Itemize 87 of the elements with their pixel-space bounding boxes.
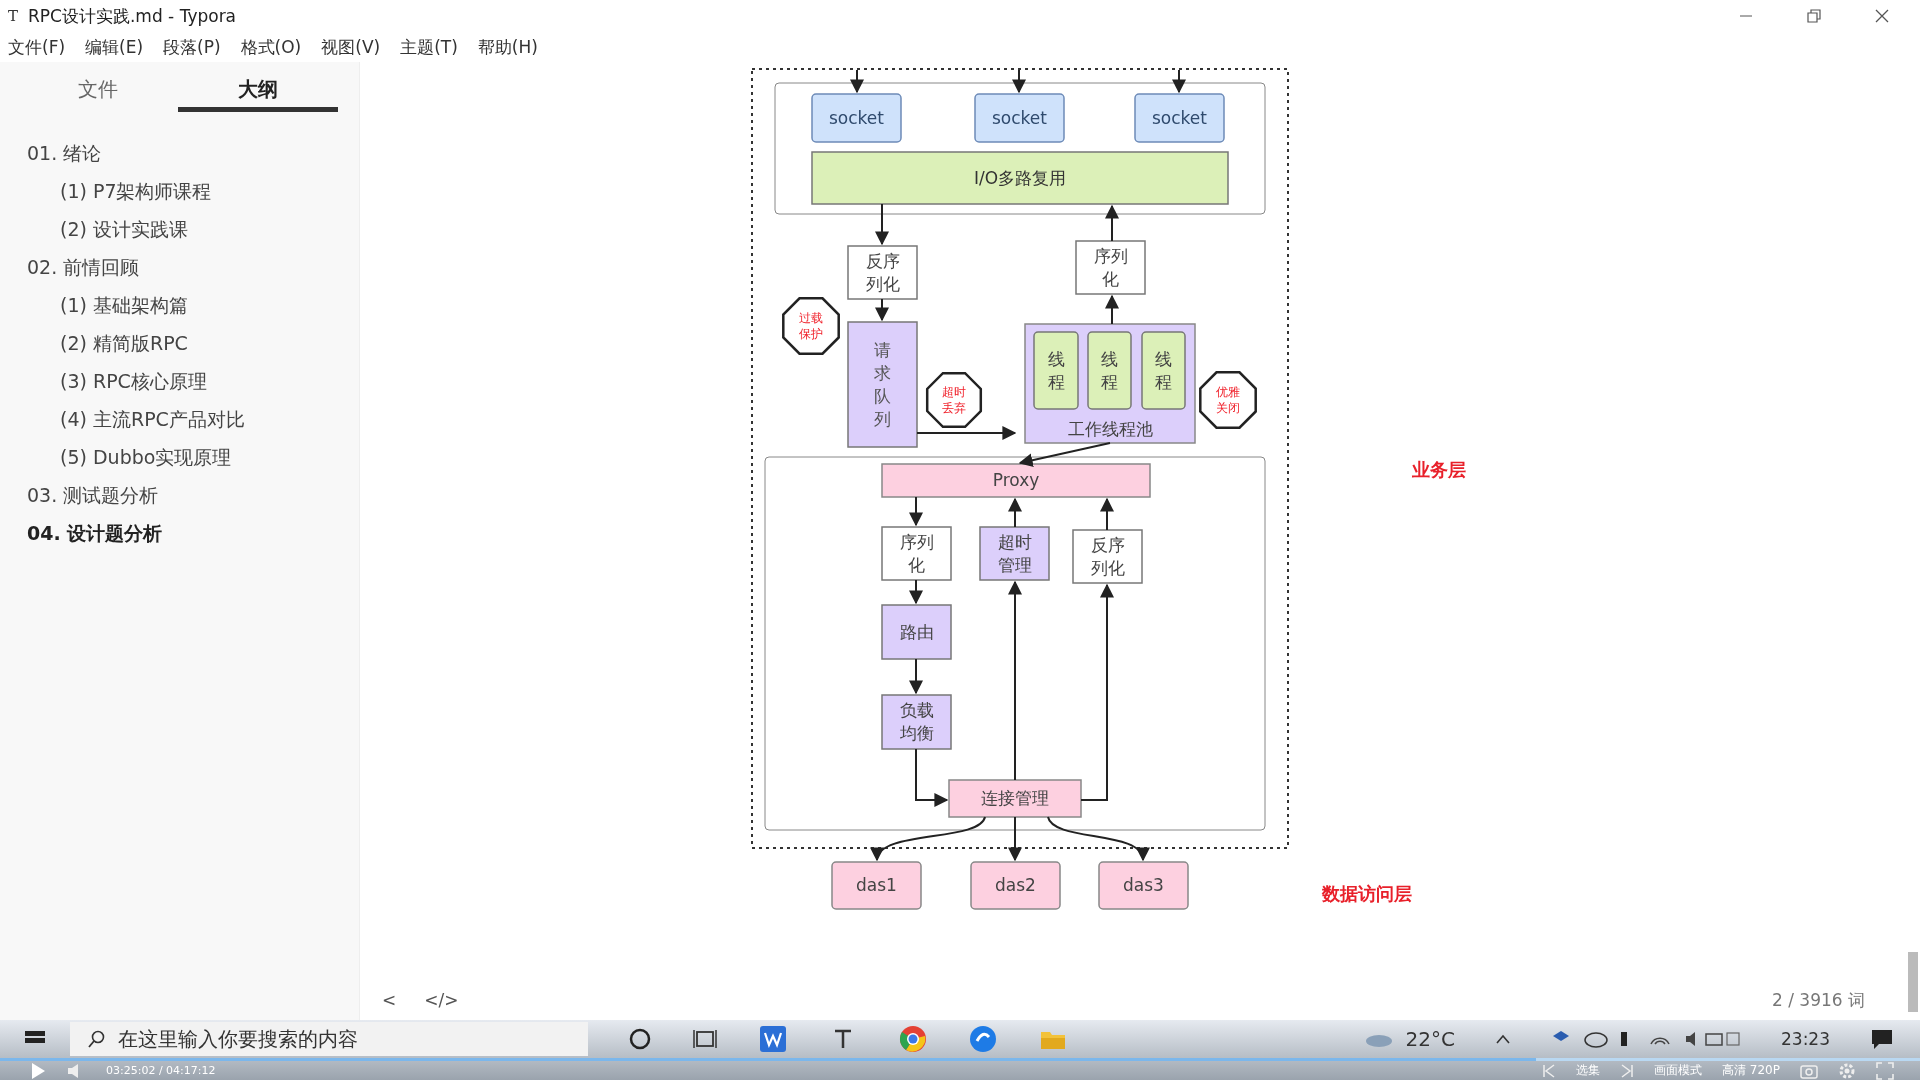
menu-item[interactable]: 格式(O) <box>240 35 302 59</box>
process-node: 序列化 <box>881 526 952 581</box>
thread-node: 线程 <box>1033 331 1079 410</box>
menu-item[interactable]: 编辑(E) <box>85 35 144 59</box>
video-progress-track[interactable] <box>0 1058 1920 1061</box>
sidebar-tab[interactable]: 大纲 <box>178 72 338 112</box>
outline-item[interactable]: 02. 前情回顾 <box>0 248 359 286</box>
process-node: 反序列化 <box>847 245 918 300</box>
search-field[interactable]: 在这里输入你要搜索的内容 <box>70 1022 588 1056</box>
thread-node: 线程 <box>1087 331 1132 410</box>
arrow <box>1008 816 1022 862</box>
outline-item[interactable]: (5) Dubbo实现原理 <box>0 438 359 476</box>
arrow <box>1100 497 1114 531</box>
menu-item[interactable]: 视图(V) <box>321 35 381 59</box>
process-node: 负载均衡 <box>881 694 952 750</box>
round-app-icon[interactable] <box>968 1024 998 1054</box>
menu-item[interactable]: 主题(T) <box>400 35 458 59</box>
arrow <box>1008 497 1022 528</box>
arrow <box>1012 69 1026 94</box>
queue-node: 请求队列 <box>847 321 918 448</box>
io-node: I/O多路复用 <box>811 151 1229 205</box>
socket-node: socket <box>974 93 1065 143</box>
arrow <box>909 579 923 605</box>
restore-icon[interactable] <box>1806 8 1822 24</box>
outline-item[interactable]: (2) 设计实践课 <box>0 210 359 248</box>
process-node: 超时管理 <box>979 526 1050 581</box>
scrollbar-thumb[interactable] <box>1908 952 1918 1012</box>
arrow <box>909 496 923 527</box>
arrow <box>850 69 864 94</box>
process-node: 路由 <box>881 604 952 660</box>
outline-item[interactable]: (1) 基础架构篇 <box>0 286 359 324</box>
proxy-node: Proxy <box>881 463 1151 498</box>
settings-icon[interactable] <box>1838 1061 1856 1080</box>
caret-icon[interactable] <box>1495 1033 1511 1045</box>
arrow <box>875 298 889 322</box>
tray-icons-drawing[interactable] <box>1551 1028 1741 1050</box>
database-node: das3 <box>1098 861 1189 910</box>
next-icon[interactable] <box>1620 1063 1635 1078</box>
camera-icon[interactable] <box>1800 1062 1818 1079</box>
window-title: RPC设计实践.md - Typora <box>28 4 237 28</box>
layer-label: 业务层 <box>1412 459 1466 480</box>
close-icon[interactable] <box>1874 8 1890 24</box>
outline-item[interactable]: (3) RPC核心原理 <box>0 362 359 400</box>
arrow <box>909 658 923 695</box>
notification-icon[interactable] <box>1870 1028 1894 1050</box>
arrow <box>875 203 889 246</box>
back-button[interactable]: < <box>382 990 397 1010</box>
menu-item[interactable]: 文件(F) <box>8 35 66 59</box>
circle-icon[interactable] <box>628 1027 652 1051</box>
outline-item[interactable]: 04. 设计题分析 <box>0 514 359 552</box>
arrow <box>1105 294 1119 325</box>
menu-item[interactable]: 段落(P) <box>163 35 221 59</box>
socket-node: socket <box>1134 93 1225 143</box>
proxy-node: 连接管理 <box>948 779 1082 818</box>
outline-item[interactable]: 01. 绪论 <box>0 134 359 172</box>
socket-node: socket <box>811 93 902 143</box>
playback-time: 03:25:02 / 04:17:12 <box>106 1064 216 1077</box>
database-node: das2 <box>970 861 1061 910</box>
arrow <box>915 748 949 807</box>
outline-item[interactable]: (1) P7架构师课程 <box>0 172 359 210</box>
play-icon[interactable] <box>30 1061 46 1080</box>
outline-item[interactable]: (4) 主流RPC产品对比 <box>0 400 359 438</box>
octagon-badge: 超时丢弃 <box>925 371 983 429</box>
sidebar-tab[interactable]: 文件 <box>18 72 178 112</box>
thread-node: 线程 <box>1141 331 1186 410</box>
search-icon <box>88 1030 106 1048</box>
source-mode-button[interactable]: </> <box>424 990 459 1010</box>
browser-icon[interactable] <box>898 1024 928 1054</box>
fullscreen-icon[interactable] <box>1876 1061 1894 1080</box>
database-node: das1 <box>831 861 922 910</box>
arrow <box>1105 204 1119 242</box>
outline-item[interactable]: 03. 测试题分析 <box>0 476 359 514</box>
outline-item[interactable]: (2) 精简版RPC <box>0 324 359 362</box>
process-node: 序列化 <box>1075 240 1146 295</box>
temperature[interactable]: 22°C <box>1405 1027 1455 1051</box>
document-app-icon[interactable] <box>758 1024 788 1054</box>
app-icon: T <box>8 7 18 25</box>
task-view-icon[interactable] <box>692 1027 718 1051</box>
word-count: 2 / 3916 词 <box>1771 988 1865 1012</box>
previous-icon[interactable] <box>1542 1063 1557 1078</box>
process-node: 反序列化 <box>1072 529 1143 584</box>
octagon-badge: 过载保护 <box>782 297 840 355</box>
menu-item[interactable]: 帮助(H) <box>477 35 538 59</box>
layer-label: 数据访问层 <box>1322 883 1412 904</box>
octagon-badge: 优雅关闭 <box>1199 371 1257 429</box>
clock[interactable]: 23:23 <box>1781 1029 1830 1049</box>
arrow <box>1172 69 1186 94</box>
